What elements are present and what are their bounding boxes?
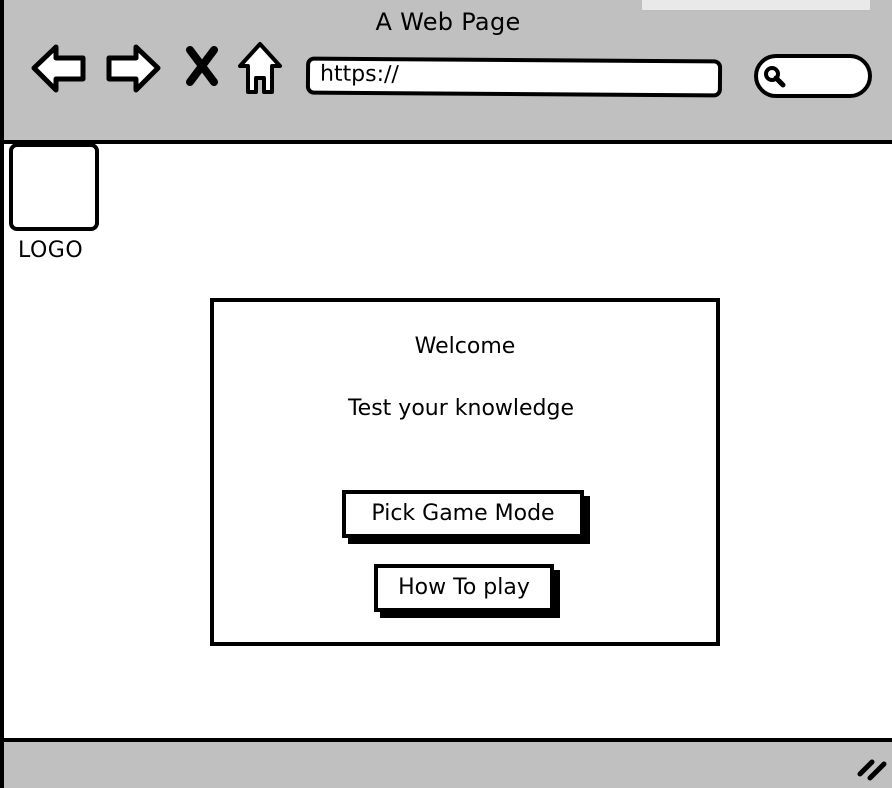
status-bar [4,738,892,788]
how-to-play-button[interactable]: How To play [374,564,554,612]
address-bar-text: https:// [319,61,399,88]
home-icon[interactable] [236,40,284,96]
forward-arrow-icon[interactable] [104,42,162,94]
logo-label: LOGO [18,238,84,263]
back-arrow-icon[interactable] [30,42,88,94]
logo-placeholder [9,143,99,231]
pick-game-mode-button[interactable]: Pick Game Mode [342,490,584,538]
close-x-icon[interactable] [184,46,220,86]
page-title: A Web Page [375,8,521,36]
welcome-subtitle: Test your knowledge [347,396,575,421]
welcome-heading: Welcome [414,334,516,359]
magnifier-icon [764,66,786,88]
address-bar[interactable]: https:// [305,56,723,98]
resize-grip-icon[interactable] [856,756,888,782]
